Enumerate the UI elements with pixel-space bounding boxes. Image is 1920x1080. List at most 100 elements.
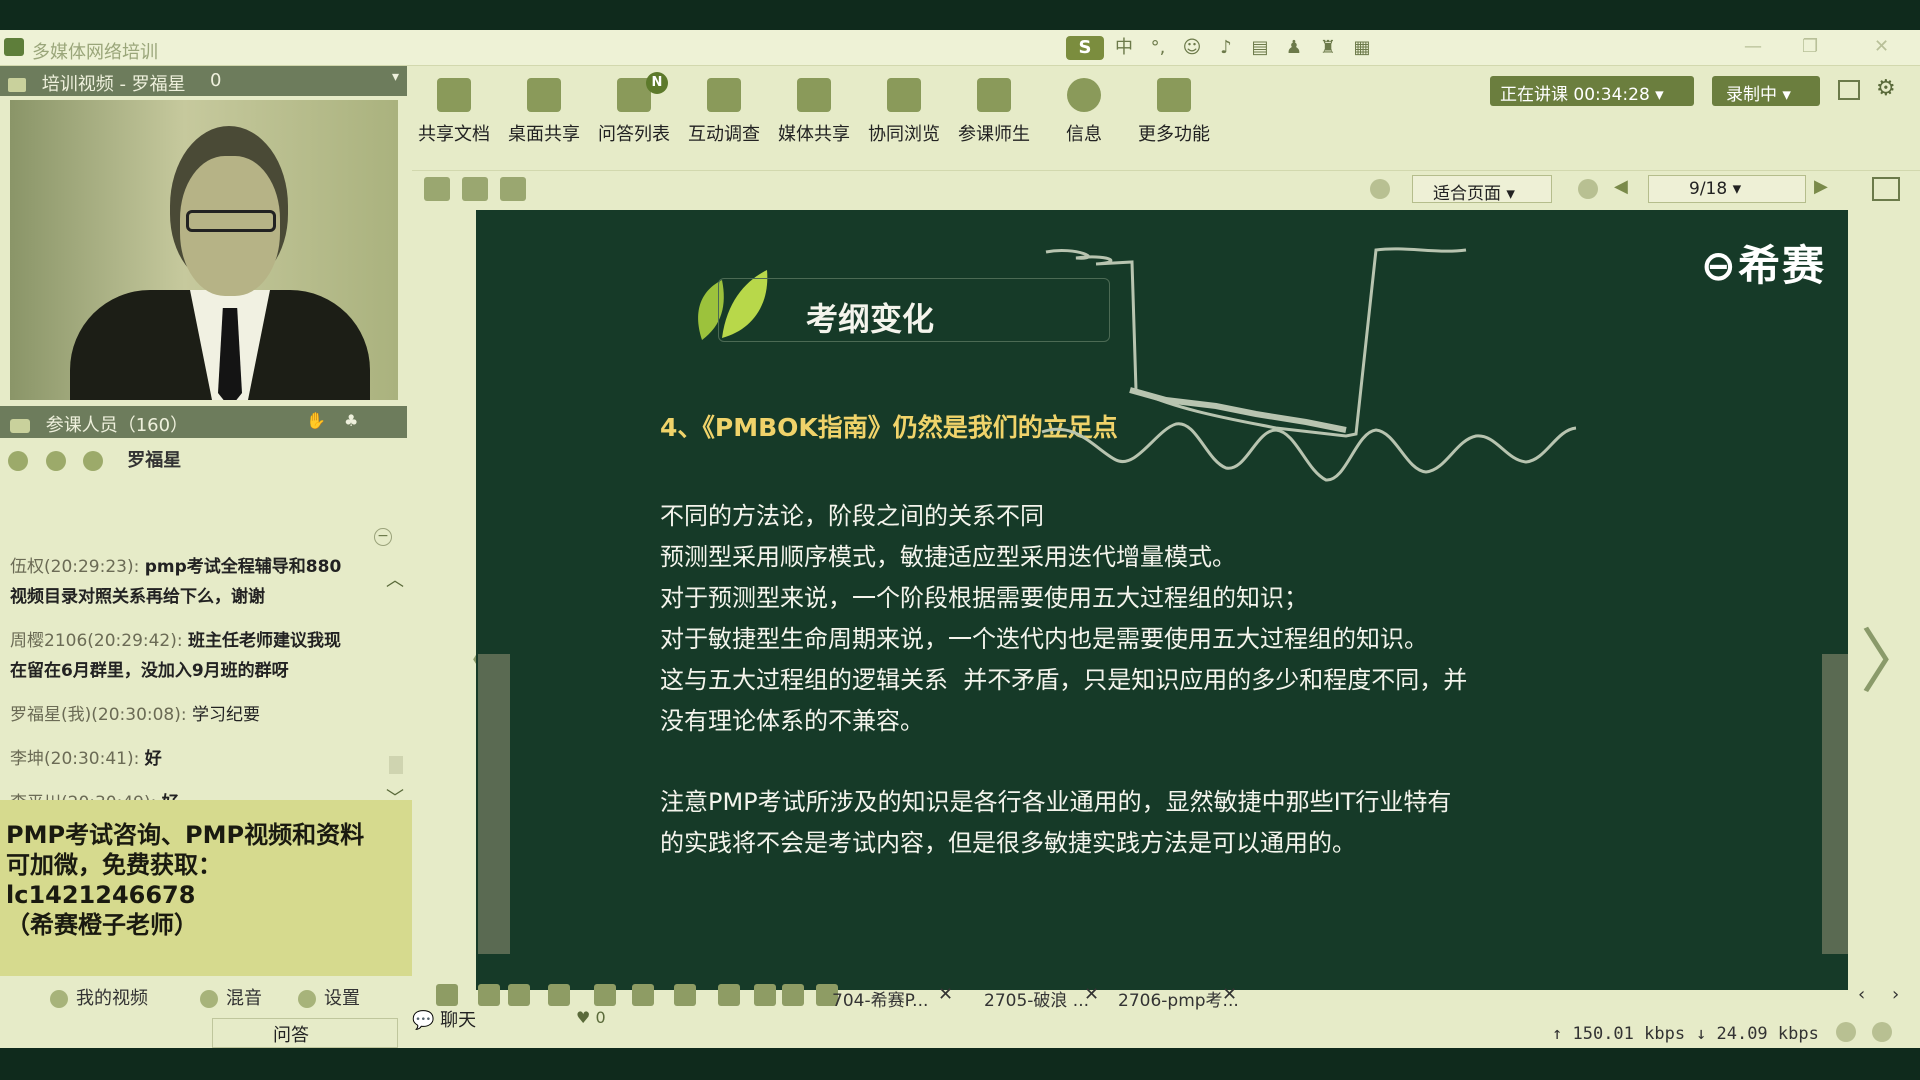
upload-value: 150.01 kbps: [1572, 1024, 1686, 1044]
color-icon[interactable]: [754, 984, 776, 1006]
text-icon[interactable]: [718, 984, 740, 1006]
ime-mode-label[interactable]: 中: [1110, 36, 1138, 60]
hand-raise-icon[interactable]: ✋: [306, 411, 326, 430]
upload-rate: ↑ 150.01 kbps: [1552, 1024, 1686, 1044]
eraser-icon[interactable]: [508, 984, 530, 1006]
slide-area: 〈 〉 考纲变化 ⊖希赛 4、《PMBOK指南》仍然是我们的立足点 不同的方法论…: [412, 206, 1920, 1006]
toolbar-desktop-share[interactable]: 桌面共享: [502, 74, 586, 146]
video-header: 培训视频 - 罗福星 0 ▾: [0, 66, 407, 96]
chat-text: 学习纪要: [192, 705, 261, 725]
toolbar-participants[interactable]: 参课师生: [952, 74, 1036, 146]
left-scroll-strip[interactable]: [478, 654, 510, 954]
close-tab-icon[interactable]: ✕: [938, 984, 953, 1005]
lecture-status-button[interactable]: 正在讲课 00:34:28 ▾: [1490, 76, 1694, 106]
chat-sender: 伍权(20:29:23):: [10, 557, 140, 577]
toolbar-label: 桌面共享: [508, 124, 580, 145]
page-value: 9/18: [1689, 179, 1728, 199]
toolbar-share-docs[interactable]: 共享文档: [412, 74, 496, 146]
main-toolbar: 共享文档 桌面共享 问答列表 互动调查 媒体共享 协同浏览 参课师生 信息 更多…: [412, 70, 1212, 166]
sogou-icon[interactable]: S: [1066, 36, 1104, 60]
participants-label: 参课人员（160）: [45, 415, 189, 436]
record-label: 录制中: [1726, 85, 1777, 105]
video-icon: [8, 78, 26, 92]
minimize-icon[interactable]: —: [1744, 36, 1762, 57]
chat-sender: 李坤(20:30:41):: [10, 749, 140, 769]
settings-button[interactable]: 设置: [298, 984, 360, 1010]
zoom-out-icon[interactable]: [1578, 179, 1598, 199]
restore-icon[interactable]: ❐: [1802, 36, 1818, 57]
fullscreen-icon[interactable]: [1872, 177, 1900, 201]
people-icon: [977, 78, 1011, 112]
file-tab[interactable]: 704-希赛P...: [832, 986, 928, 1011]
status-icon[interactable]: [1872, 1022, 1892, 1042]
network-icon[interactable]: [1836, 1022, 1856, 1042]
record-button[interactable]: 录制中 ▾: [1712, 76, 1820, 106]
toolbar-label: 互动调查: [688, 124, 760, 145]
file-tab[interactable]: 2705-破浪 ...: [984, 986, 1089, 1011]
browser-icon: [887, 78, 921, 112]
close-icon[interactable]: ✕: [1874, 36, 1889, 57]
tab-next-icon[interactable]: ›: [1892, 984, 1899, 1005]
qa-label: 问答: [273, 1025, 309, 1046]
participants-icon: [10, 419, 30, 433]
gear-icon[interactable]: ⚙: [1876, 76, 1896, 101]
slide-line: 不同的方法论，阶段之间的关系不同: [660, 502, 1044, 530]
right-scroll-strip[interactable]: [1822, 654, 1848, 954]
chat-text: 在留在6月群里，没加入9月班的群呀: [10, 661, 289, 681]
scroll-thumb[interactable]: [389, 756, 403, 774]
emoji-icon[interactable]: ☺: [1178, 36, 1206, 60]
shirt-icon[interactable]: ♜: [1314, 36, 1342, 60]
prev-page-icon[interactable]: ◀: [1614, 176, 1628, 197]
zoom-select[interactable]: 适合页面 ▾: [1412, 175, 1552, 204]
chat-scrollbar[interactable]: ︿ ﹀: [386, 566, 404, 809]
keyboard-icon[interactable]: ▤: [1246, 36, 1274, 60]
line-icon[interactable]: [674, 984, 696, 1006]
file-tab[interactable]: 2706-pmp考...: [1118, 986, 1239, 1011]
screenshot-icon[interactable]: [500, 177, 526, 201]
chat-message: 周樱2106(20:29:42): 班主任老师建议我现: [10, 626, 341, 656]
rectangle-icon[interactable]: [632, 984, 654, 1006]
new-badge: N: [646, 72, 668, 94]
toolbar-more[interactable]: 更多功能: [1132, 74, 1216, 146]
slide-line: 的实践将不会是考试内容，但是很多敏捷实践方法是可以通用的。: [660, 829, 1356, 857]
scroll-up-icon[interactable]: ︿: [386, 566, 404, 592]
toolbar-label: 信息: [1066, 124, 1102, 145]
add-file-icon[interactable]: [462, 177, 488, 201]
page-select[interactable]: 9/18 ▾: [1648, 175, 1806, 203]
app-window: 多媒体网络培训 S 中 °, ☺ ♪ ▤ ♟ ♜ ▦ — ❐ ✕ 培训视频 - …: [0, 30, 1920, 1048]
chat-sender: 罗福星(我)(20:30:08):: [10, 705, 187, 725]
my-video-button[interactable]: 我的视频: [50, 984, 148, 1010]
line-width-icon[interactable]: [782, 984, 804, 1006]
mix-button[interactable]: 混音: [200, 984, 262, 1010]
toolbar-survey[interactable]: 互动调查: [682, 74, 766, 146]
pen-icon[interactable]: [548, 984, 570, 1006]
microphone-icon[interactable]: ♪: [1212, 36, 1240, 60]
video-menu-icon[interactable]: ▾: [392, 69, 399, 85]
close-tab-icon[interactable]: ✕: [1084, 984, 1099, 1005]
group-icon[interactable]: ♣: [344, 411, 358, 430]
next-page-icon[interactable]: ▶: [1814, 176, 1828, 197]
grid-menu-icon[interactable]: ▦: [1348, 36, 1376, 60]
next-slide-icon[interactable]: 〉: [1860, 606, 1920, 707]
tab-prev-icon[interactable]: ‹: [1858, 984, 1865, 1005]
chat-sender: 周樱2106(20:29:42):: [10, 631, 183, 651]
mix-icon: [200, 990, 218, 1008]
slide-line: 对于预测型来说，一个阶段根据需要使用五大过程组的知识；: [660, 584, 1308, 612]
tab-qa[interactable]: 问答: [212, 1018, 398, 1048]
ime-punct-label[interactable]: °,: [1144, 36, 1172, 60]
participants-bar[interactable]: 参课人员（160） ✋ ♣: [0, 406, 407, 438]
toolbar-media-share[interactable]: 媒体共享: [772, 74, 856, 146]
toolbar-label: 问答列表: [598, 124, 670, 145]
user-icon[interactable]: ♟: [1280, 36, 1308, 60]
toolbar-co-browse[interactable]: 协同浏览: [862, 74, 946, 146]
pointer-icon[interactable]: [436, 984, 458, 1006]
highlight-icon[interactable]: [478, 984, 500, 1006]
chat-message: 伍权(20:29:23): pmp考试全程辅导和880: [10, 552, 341, 582]
promo-line: PMP考试咨询、PMP视频和资料: [6, 821, 365, 849]
close-tab-icon[interactable]: ✕: [1222, 984, 1237, 1005]
toolbar-info[interactable]: 信息: [1042, 74, 1126, 146]
open-folder-icon[interactable]: [424, 177, 450, 201]
marker-icon[interactable]: [594, 984, 616, 1006]
layout-icon[interactable]: [1838, 80, 1860, 100]
zoom-in-icon[interactable]: [1370, 179, 1390, 199]
